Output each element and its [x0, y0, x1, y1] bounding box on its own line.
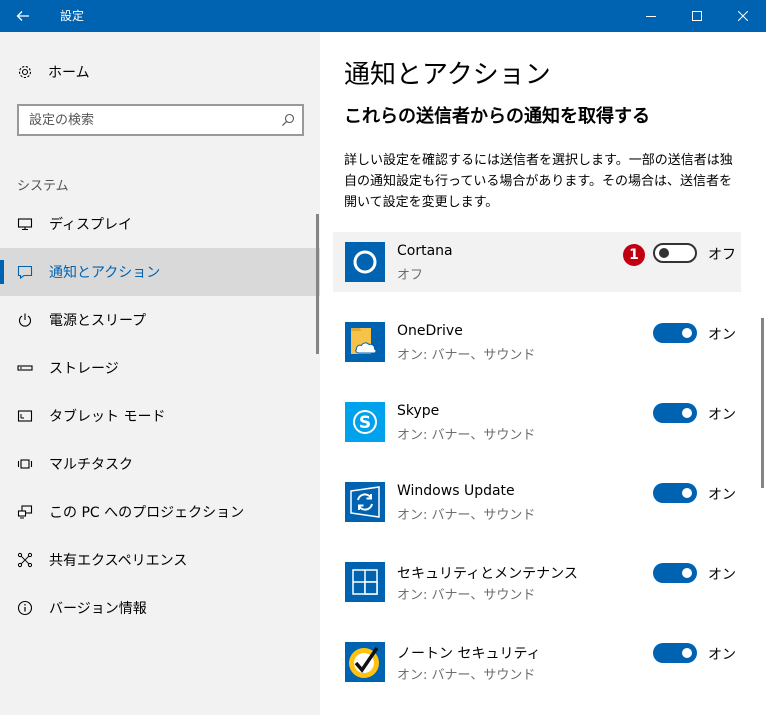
toggle-knob	[682, 328, 692, 338]
toggle-knob	[659, 248, 669, 258]
title-bar: 設定	[0, 0, 766, 32]
sidebar-item-projection[interactable]: この PC へのプロジェクション	[0, 488, 320, 536]
toggle-switch-norton[interactable]	[653, 643, 697, 663]
monitor-icon	[17, 218, 33, 231]
sender-status: オン: バナー、サウンド	[397, 508, 536, 523]
skype-icon: S	[345, 402, 385, 442]
sidebar-nav: ディスプレイ 通知とアクション 電源とスリープ ストレージ タブレット モード …	[0, 200, 320, 632]
sender-name: ノートン セキュリティ	[397, 646, 541, 662]
sender-name: セキュリティとメンテナンス	[397, 566, 578, 582]
windows-update-icon	[345, 482, 385, 522]
sidebar-item-label: マルチタスク	[49, 457, 133, 473]
sidebar-item-label: ストレージ	[49, 361, 119, 377]
tablet-icon	[17, 410, 33, 422]
toggle-state-label: オン	[708, 567, 736, 583]
close-icon	[738, 11, 748, 21]
toggle-state-label: オン	[708, 407, 736, 423]
toggle-switch-cortana[interactable]	[653, 243, 697, 263]
sender-row-norton[interactable]: ノートン セキュリティ オン: バナー、サウンド オン	[333, 632, 741, 692]
annotation-marker: 1	[623, 244, 645, 266]
maximize-button[interactable]	[674, 0, 720, 32]
minimize-button[interactable]	[628, 0, 674, 32]
back-arrow-icon	[16, 11, 29, 21]
sidebar-item-label: ディスプレイ	[49, 217, 133, 233]
home-label: ホーム	[48, 65, 90, 81]
toggle-state-label: オン	[708, 327, 736, 343]
sender-status: オン: バナー、サウンド	[397, 428, 536, 443]
minimize-icon	[646, 16, 656, 17]
sidebar-item-tablet[interactable]: タブレット モード	[0, 392, 320, 440]
window-title: 設定	[60, 9, 85, 23]
description-text: 詳しい設定を確認するには送信者を選択します。一部の送信者は独自の通知設定も行って…	[344, 153, 733, 210]
info-icon	[17, 600, 33, 616]
search-input[interactable]	[19, 106, 269, 134]
multitask-icon	[17, 459, 33, 469]
page-title: 通知とアクション	[344, 60, 551, 90]
sender-name: Windows Update	[397, 483, 515, 499]
sender-row-windows-update[interactable]: Windows Update オン: バナー、サウンド オン	[333, 472, 741, 532]
sidebar-item-notifications[interactable]: 通知とアクション	[0, 248, 320, 296]
sender-row-skype[interactable]: S Skype オン: バナー、サウンド オン	[333, 392, 741, 452]
power-icon	[18, 313, 32, 327]
sidebar-item-label: 通知とアクション	[49, 265, 161, 281]
sender-name: Skype	[397, 403, 440, 419]
sidebar-item-storage[interactable]: ストレージ	[0, 344, 320, 392]
sidebar-item-label: バージョン情報	[49, 601, 147, 617]
security-maintenance-icon	[345, 562, 385, 602]
sidebar-item-power[interactable]: 電源とスリープ	[0, 296, 320, 344]
sidebar-item-label: タブレット モード	[49, 409, 166, 425]
sender-status: オフ	[397, 268, 424, 283]
sidebar-item-multitask[interactable]: マルチタスク	[0, 440, 320, 488]
search-box[interactable]	[17, 104, 304, 136]
sender-row-cortana[interactable]: Cortana オフ 1 オフ	[333, 232, 741, 292]
toggle-knob	[682, 568, 692, 578]
toggle-knob	[682, 648, 692, 658]
sidebar-item-display[interactable]: ディスプレイ	[0, 200, 320, 248]
sender-status: オン: バナー、サウンド	[397, 668, 536, 683]
sidebar-item-label: 電源とスリープ	[49, 313, 147, 329]
norton-icon	[345, 642, 385, 682]
maximize-icon	[692, 11, 702, 21]
sender-row-onedrive[interactable]: OneDrive オン: バナー、サウンド オン	[333, 312, 741, 372]
share-icon	[17, 552, 33, 568]
toggle-knob	[682, 408, 692, 418]
content-scrollbar[interactable]	[761, 318, 764, 488]
sidebar-scrollbar[interactable]	[316, 214, 319, 354]
sidebar-item-label: 共有エクスペリエンス	[49, 553, 188, 569]
toggle-switch-windows-update[interactable]	[653, 483, 697, 503]
main-content: 通知とアクション これらの送信者からの通知を取得する 詳しい設定を確認するには送…	[320, 32, 766, 715]
toggle-state-label: オン	[708, 487, 736, 503]
section-label-system: システム	[17, 179, 69, 194]
sender-row-security-maintenance[interactable]: セキュリティとメンテナンス オン: バナー、サウンド オン	[333, 552, 741, 612]
search-icon	[282, 113, 295, 126]
section-subtitle: これらの送信者からの通知を取得する	[344, 106, 650, 127]
sidebar-item-shared-experiences[interactable]: 共有エクスペリエンス	[0, 536, 320, 584]
onedrive-icon	[345, 322, 385, 362]
close-button[interactable]	[720, 0, 766, 32]
sender-name: Cortana	[397, 243, 453, 259]
sender-status: オン: バナー、サウンド	[397, 348, 536, 363]
toggle-knob	[682, 488, 692, 498]
sidebar: ホーム システム ディスプレイ 通知とアクション 電源とスリープ ストレージ タ…	[0, 32, 320, 715]
toggle-state-label: オフ	[708, 247, 736, 263]
sidebar-item-about[interactable]: バージョン情報	[0, 584, 320, 632]
sidebar-item-label: この PC へのプロジェクション	[49, 505, 245, 521]
sender-name: OneDrive	[397, 323, 463, 339]
back-button[interactable]	[0, 0, 46, 32]
gear-icon	[18, 65, 32, 79]
toggle-state-label: オン	[708, 647, 736, 663]
toggle-switch-skype[interactable]	[653, 403, 697, 423]
cortana-icon	[345, 242, 385, 282]
toggle-switch-onedrive[interactable]	[653, 323, 697, 343]
toggle-switch-security-maintenance[interactable]	[653, 563, 697, 583]
storage-icon	[17, 365, 33, 371]
home-link[interactable]: ホーム	[17, 62, 90, 82]
notification-icon	[17, 265, 33, 280]
svg-text:S: S	[359, 413, 371, 433]
sender-status: オン: バナー、サウンド	[397, 588, 536, 603]
projection-icon	[17, 505, 33, 519]
